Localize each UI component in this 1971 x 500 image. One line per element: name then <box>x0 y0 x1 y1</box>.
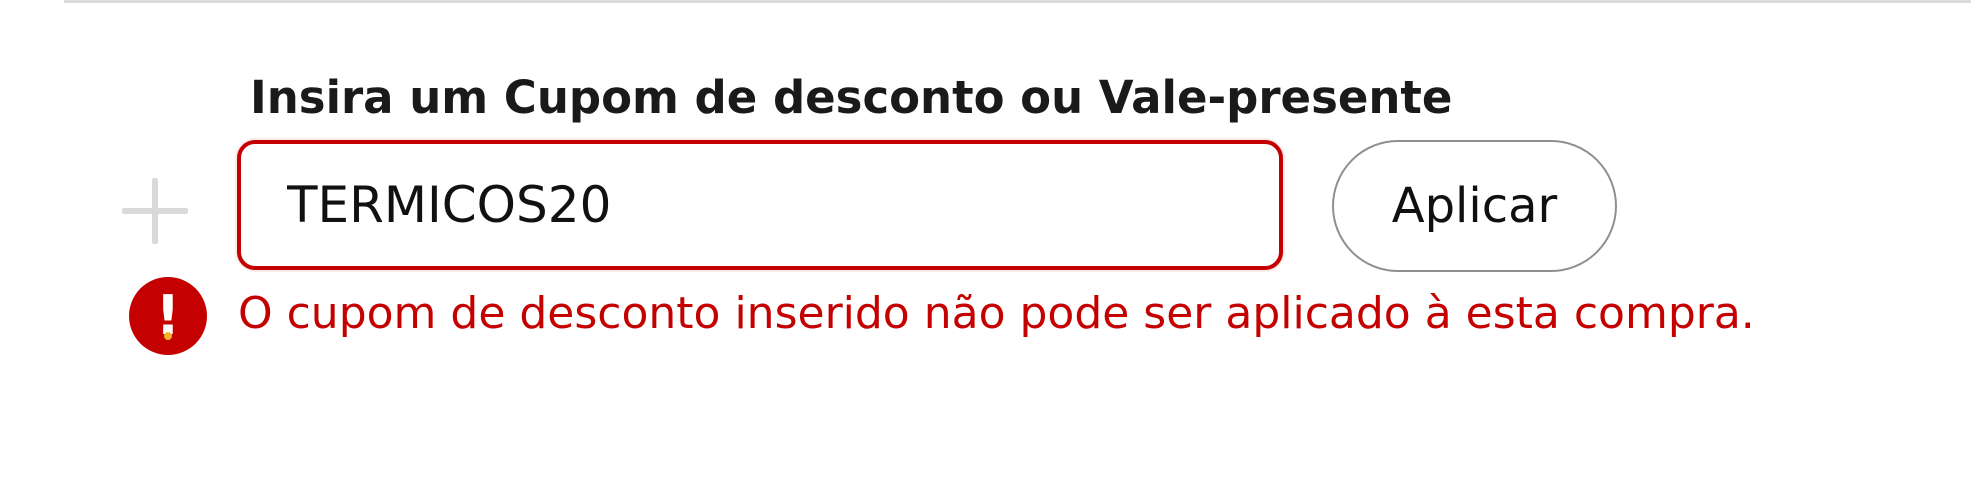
exclamation-icon: ! <box>129 277 207 355</box>
coupon-code-input[interactable] <box>237 140 1283 270</box>
apply-coupon-button[interactable]: Aplicar <box>1332 140 1617 272</box>
coupon-field-label: Insira um Cupom de desconto ou Vale-pres… <box>250 71 1453 124</box>
plus-icon[interactable] <box>122 178 188 244</box>
coupon-error-message: O cupom de desconto inserido não pode se… <box>238 288 1755 339</box>
coupon-panel: Insira um Cupom de desconto ou Vale-pres… <box>0 0 1971 500</box>
section-divider <box>64 0 1971 3</box>
